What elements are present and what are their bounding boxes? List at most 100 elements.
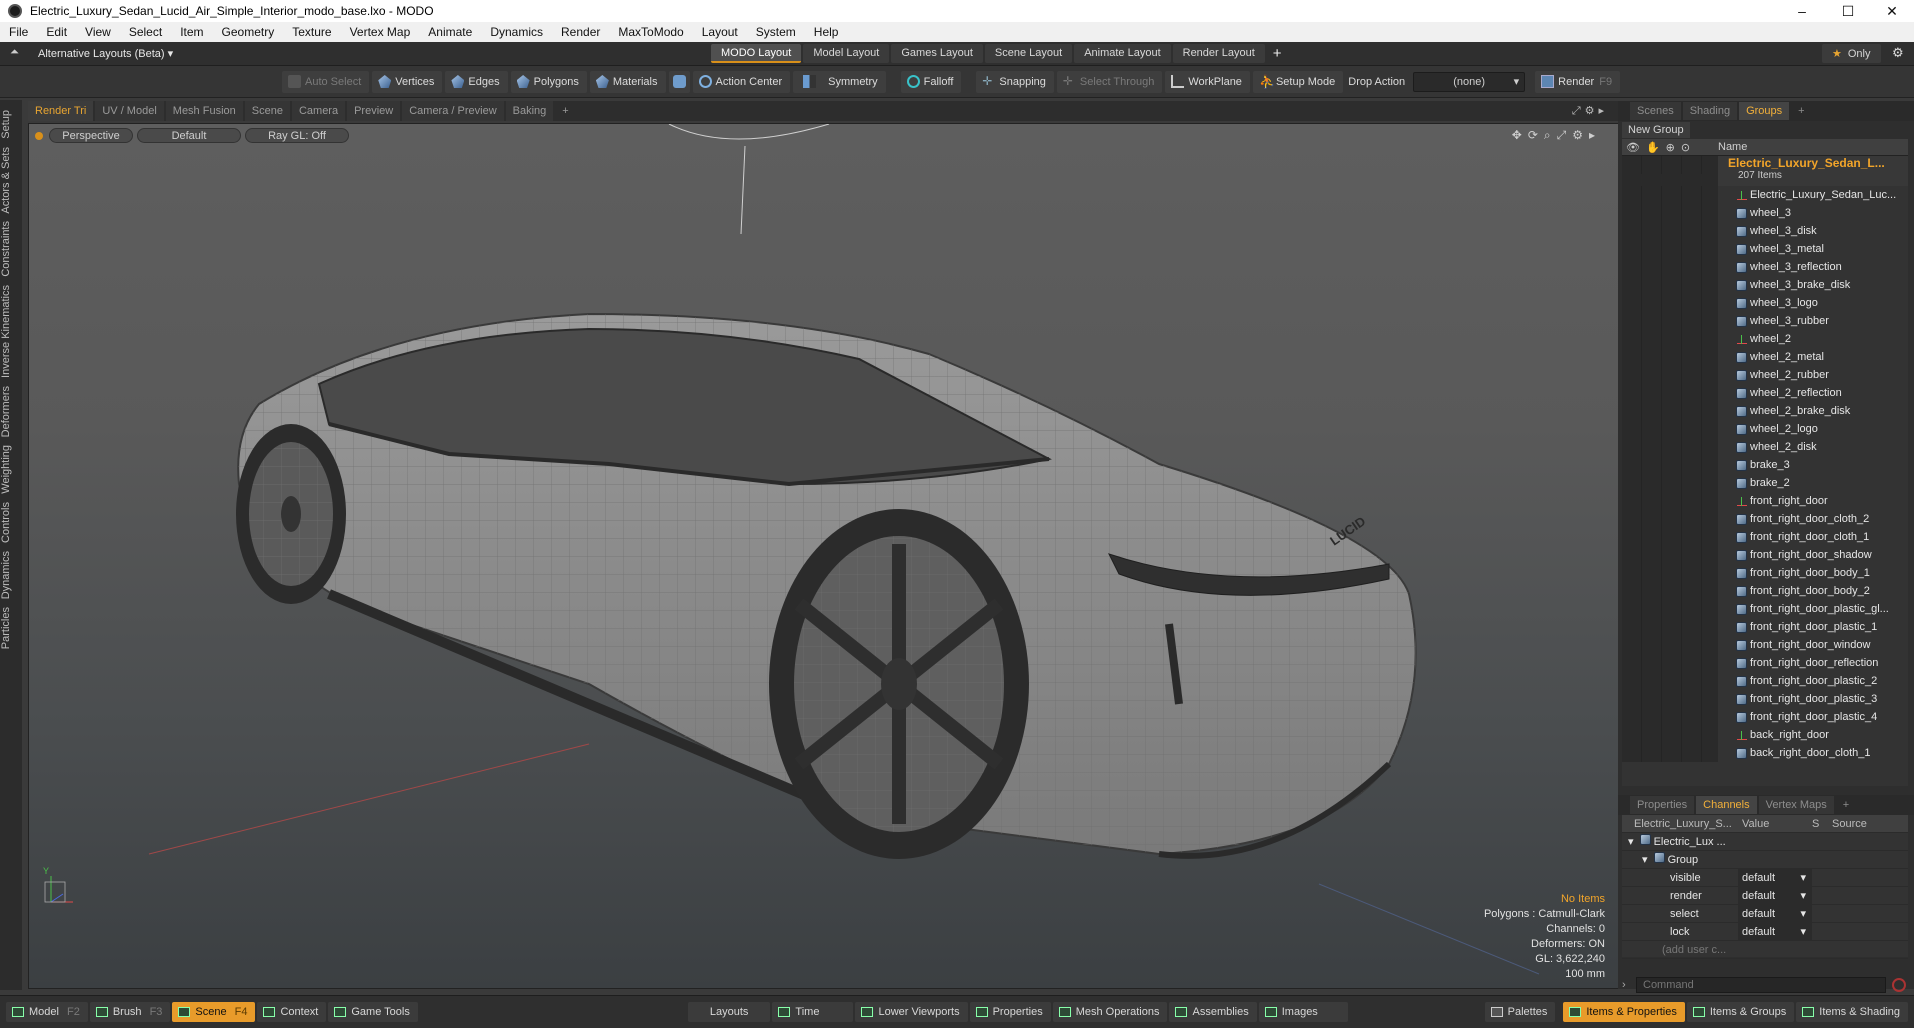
group-list-item[interactable]: front_right_door_window xyxy=(1622,636,1908,654)
symmetry-button[interactable]: Symmetry xyxy=(793,70,886,93)
maximize-button[interactable]: ☐ xyxy=(1826,0,1870,22)
item-gutter[interactable] xyxy=(1622,600,1718,618)
menu-render[interactable]: Render xyxy=(552,22,609,42)
channel-value-dropdown[interactable]: default ▾ xyxy=(1738,887,1812,904)
tab-model-layout[interactable]: Model Layout xyxy=(803,44,890,63)
tab-shading[interactable]: Shading xyxy=(1682,102,1738,120)
snapping-button[interactable]: ✛ Snapping xyxy=(976,70,1054,93)
vertices-button[interactable]: Vertices xyxy=(372,70,443,93)
status-scene-button[interactable]: Scene F4 xyxy=(172,1002,256,1022)
item-gutter[interactable] xyxy=(1622,636,1718,654)
channels-header-s[interactable]: S xyxy=(1812,815,1828,832)
group-list-item[interactable]: front_right_door_reflection xyxy=(1622,654,1908,672)
add-layout-button[interactable]: + xyxy=(1273,45,1282,62)
side-tab-actors-sets[interactable]: Actors & Sets xyxy=(0,143,22,218)
item-gutter[interactable] xyxy=(1622,672,1718,690)
group-root-row[interactable]: Electric_Luxury_Sedan_L... 207 Items xyxy=(1622,156,1908,186)
action-center-button[interactable]: Action Center xyxy=(692,70,791,93)
expand-icon[interactable]: ▾ xyxy=(1628,836,1637,848)
item-gutter[interactable] xyxy=(1622,438,1718,456)
status-game-tools-button[interactable]: Game Tools xyxy=(328,1002,418,1022)
channel-value-dropdown[interactable]: default ▾ xyxy=(1738,905,1812,922)
render-button[interactable]: Render F9 xyxy=(1535,70,1621,93)
only-toggle[interactable]: ★ Only xyxy=(1822,44,1881,63)
channels-header-value[interactable]: Value xyxy=(1738,815,1812,832)
group-list-item[interactable]: front_right_door xyxy=(1622,492,1908,510)
tab-mesh-fusion[interactable]: Mesh Fusion xyxy=(165,101,243,121)
item-gutter[interactable] xyxy=(1622,240,1718,258)
group-list-item[interactable]: front_right_door_plastic_4 xyxy=(1622,708,1908,726)
tab-games-layout[interactable]: Games Layout xyxy=(891,44,983,63)
tab-groups[interactable]: Groups xyxy=(1739,102,1790,120)
item-gutter[interactable] xyxy=(1622,690,1718,708)
menu-maxtomodo[interactable]: MaxToModo xyxy=(609,22,692,42)
item-gutter[interactable] xyxy=(1622,564,1718,582)
item-gutter[interactable] xyxy=(1622,204,1718,222)
item-gutter[interactable] xyxy=(1622,744,1718,762)
group-list-item[interactable]: front_right_door_plastic_3 xyxy=(1622,690,1908,708)
item-gutter[interactable] xyxy=(1622,222,1718,240)
item-gutter[interactable] xyxy=(1622,510,1718,528)
tab-baking[interactable]: Baking xyxy=(505,101,554,121)
item-gutter[interactable] xyxy=(1622,708,1718,726)
group-list-item[interactable]: back_right_door_cloth_1 xyxy=(1622,744,1908,762)
item-gutter[interactable] xyxy=(1622,312,1718,330)
group-list-item[interactable]: front_right_door_shadow xyxy=(1622,546,1908,564)
group-list-item[interactable]: wheel_3_disk xyxy=(1622,222,1908,240)
record-icon[interactable] xyxy=(1892,978,1906,992)
item-gutter[interactable] xyxy=(1622,618,1718,636)
menu-item[interactable]: Item xyxy=(171,22,212,42)
channels-header-name[interactable]: Electric_Luxury_S... xyxy=(1622,815,1738,832)
visibility-column-icons[interactable]: 👁✋⊕⊙ xyxy=(1622,141,1718,154)
menu-layout[interactable]: Layout xyxy=(693,22,747,42)
polygons-button[interactable]: Polygons xyxy=(510,70,587,93)
side-tab-controls[interactable]: Controls xyxy=(0,498,22,547)
status-brush-button[interactable]: Brush F3 xyxy=(89,1002,171,1022)
status-time-button[interactable]: Time xyxy=(772,1002,854,1022)
item-gutter[interactable] xyxy=(1622,582,1718,600)
menu-texture[interactable]: Texture xyxy=(283,22,340,42)
menu-select[interactable]: Select xyxy=(120,22,171,42)
group-list-item[interactable]: wheel_2_brake_disk xyxy=(1622,402,1908,420)
group-list-item[interactable]: front_right_door_plastic_2 xyxy=(1622,672,1908,690)
item-gutter[interactable] xyxy=(1622,276,1718,294)
item-gutter[interactable] xyxy=(1622,330,1718,348)
group-list-item[interactable]: front_right_door_plastic_1 xyxy=(1622,618,1908,636)
add-user-channel-row[interactable]: (add user c... xyxy=(1622,941,1908,959)
tab-scene-layout[interactable]: Scene Layout xyxy=(984,44,1073,63)
channel-row[interactable]: render default ▾ xyxy=(1622,887,1908,905)
tab-render-layout[interactable]: Render Layout xyxy=(1172,44,1265,63)
side-tab-particles[interactable]: Particles xyxy=(0,603,22,653)
menu-file[interactable]: File xyxy=(0,22,37,42)
side-tab-deformers[interactable]: Deformers xyxy=(0,382,22,441)
name-column-header[interactable]: Name xyxy=(1718,141,1747,153)
group-list-item[interactable]: front_right_door_body_2 xyxy=(1622,582,1908,600)
group-list-item[interactable]: wheel_2 xyxy=(1622,330,1908,348)
side-tab-weighting[interactable]: Weighting xyxy=(0,441,22,498)
channel-row[interactable]: select default ▾ xyxy=(1622,905,1908,923)
minimize-button[interactable]: – xyxy=(1780,0,1824,22)
menu-help[interactable]: Help xyxy=(805,22,848,42)
add-channels-tab-button[interactable]: + xyxy=(1836,796,1856,814)
item-gutter[interactable] xyxy=(1622,186,1718,204)
status-context-button[interactable]: Context xyxy=(257,1002,327,1022)
tab-camera-preview[interactable]: Camera / Preview xyxy=(402,101,504,121)
group-list-item[interactable]: wheel_2_rubber xyxy=(1622,366,1908,384)
tab-preview[interactable]: Preview xyxy=(347,101,401,121)
status-items-shading-button[interactable]: Items & Shading xyxy=(1796,1002,1908,1022)
group-list-item[interactable]: brake_2 xyxy=(1622,474,1908,492)
auto-select-button[interactable]: Auto Select xyxy=(282,70,370,93)
tab-animate-layout[interactable]: Animate Layout xyxy=(1074,44,1171,63)
channels-group-row[interactable]: ▾ Group xyxy=(1622,851,1908,869)
status-properties-button[interactable]: Properties xyxy=(969,1002,1051,1022)
status-palettes-button[interactable]: Palettes xyxy=(1484,1002,1556,1022)
status-items-properties-button[interactable]: Items & Properties xyxy=(1563,1002,1685,1022)
status-items-groups-button[interactable]: Items & Groups xyxy=(1686,1002,1795,1022)
status-lower-viewports-button[interactable]: Lower Viewports xyxy=(855,1002,968,1022)
channel-row[interactable]: lock default ▾ xyxy=(1622,923,1908,941)
status-assemblies-button[interactable]: Assemblies xyxy=(1169,1002,1257,1022)
add-viewport-tab-button[interactable]: + xyxy=(555,101,575,121)
tab-properties[interactable]: Properties xyxy=(1630,796,1695,814)
tab-uv-model[interactable]: UV / Model xyxy=(95,101,164,121)
side-tab-constraints[interactable]: Constraints xyxy=(0,217,22,281)
